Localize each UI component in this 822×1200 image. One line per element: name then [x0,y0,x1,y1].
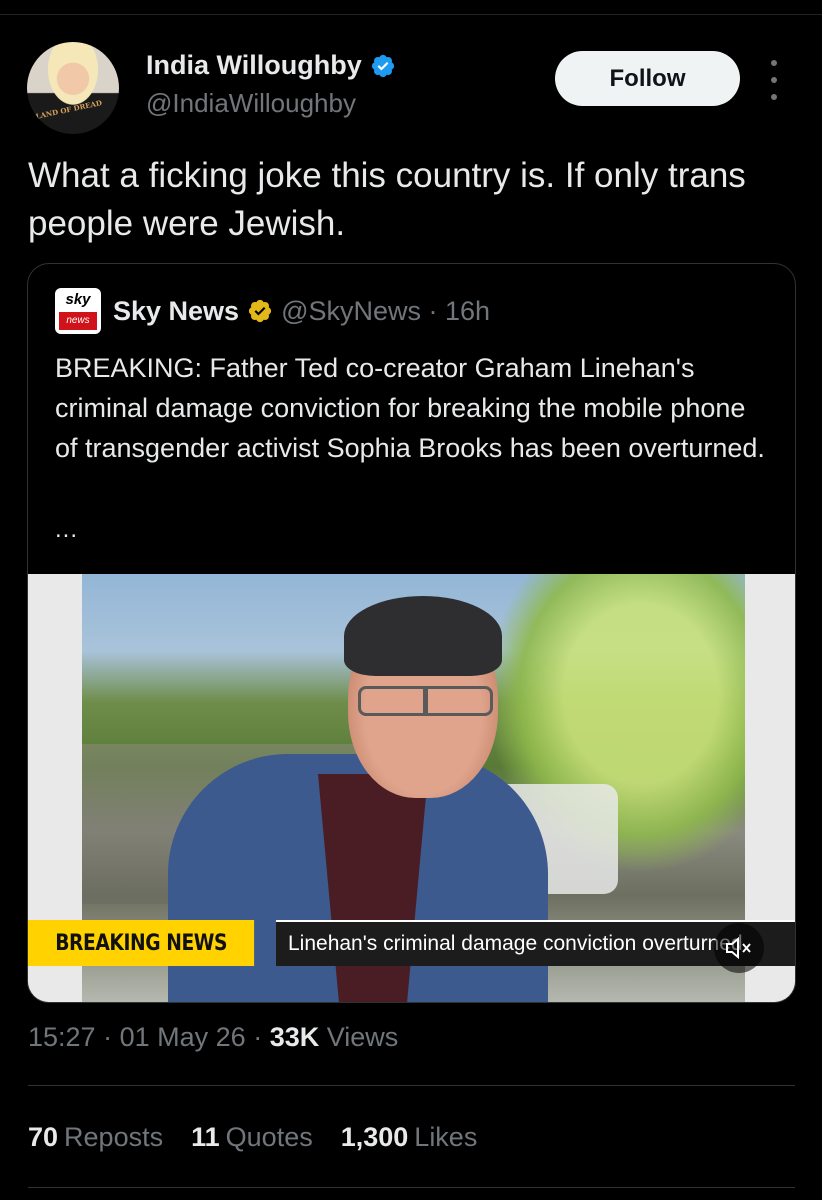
quoted-text: BREAKING: Father Ted co-creator Graham L… [55,353,765,463]
ticker-label: BREAKING NEWS [28,920,255,966]
top-divider [0,14,822,15]
gold-verified-badge-icon [248,299,272,323]
quotes-label: Quotes [225,1122,313,1152]
tweet-text: What a ficking joke this country is. If … [28,156,746,243]
quotes-count: 11 [191,1122,220,1152]
speaker-muted-icon [726,936,751,960]
meta-separator: · [253,1022,270,1052]
views-count: 33K [269,1022,320,1052]
meta-separator: · [103,1022,120,1052]
tweet-date[interactable]: 01 May 26 [120,1022,246,1052]
verified-badge-icon [371,54,394,77]
avatar-shirt-text: LAND OF DREAD [34,98,103,121]
tweet-time[interactable]: 15:27 [28,1022,96,1052]
divider [28,1187,795,1188]
person-hair [344,596,502,676]
likes-label: Likes [414,1122,478,1152]
avatar[interactable]: LAND OF DREAD [27,42,119,134]
quoted-handle-time[interactable]: @SkyNews · 16h [281,296,490,327]
author-name-row[interactable]: India Willoughby [146,50,396,81]
sky-logo-bottom-text: news [59,312,97,330]
quotes-stat[interactable]: 11 Quotes [191,1122,313,1153]
quoted-tweet-card[interactable]: sky news Sky News @SkyNews · 16h BREAKIN… [27,263,796,1003]
quoted-display-name[interactable]: Sky News [113,296,239,327]
quoted-ellipsis: ... [55,516,79,543]
likes-stat[interactable]: 1,300 Likes [341,1122,478,1153]
follow-button[interactable]: Follow [555,51,740,106]
likes-count: 1,300 [340,1122,409,1152]
quoted-header: sky news Sky News @SkyNews · 16h [55,288,490,334]
author-display-name[interactable]: India Willoughby [146,50,362,81]
more-options-icon[interactable] [765,60,783,100]
person-glasses [358,686,493,716]
sky-logo-top-text: sky [65,291,91,308]
sky-news-logo[interactable]: sky news [55,288,101,334]
author-handle[interactable]: @IndiaWilloughby [146,88,356,119]
views-label: Views [326,1022,399,1052]
reposts-count: 70 [28,1122,59,1152]
breaking-news-ticker: BREAKING NEWS Linehan's criminal damage … [28,920,795,966]
reposts-label: Reposts [64,1122,164,1152]
engagement-stats: 70 Reposts 11 Quotes 1,300 Likes [28,1122,477,1153]
reposts-stat[interactable]: 70 Reposts [28,1122,163,1153]
divider [28,1085,795,1086]
tweet-meta: 15:27 · 01 May 26 · 33K Views [28,1022,398,1053]
mute-button[interactable] [714,923,764,973]
